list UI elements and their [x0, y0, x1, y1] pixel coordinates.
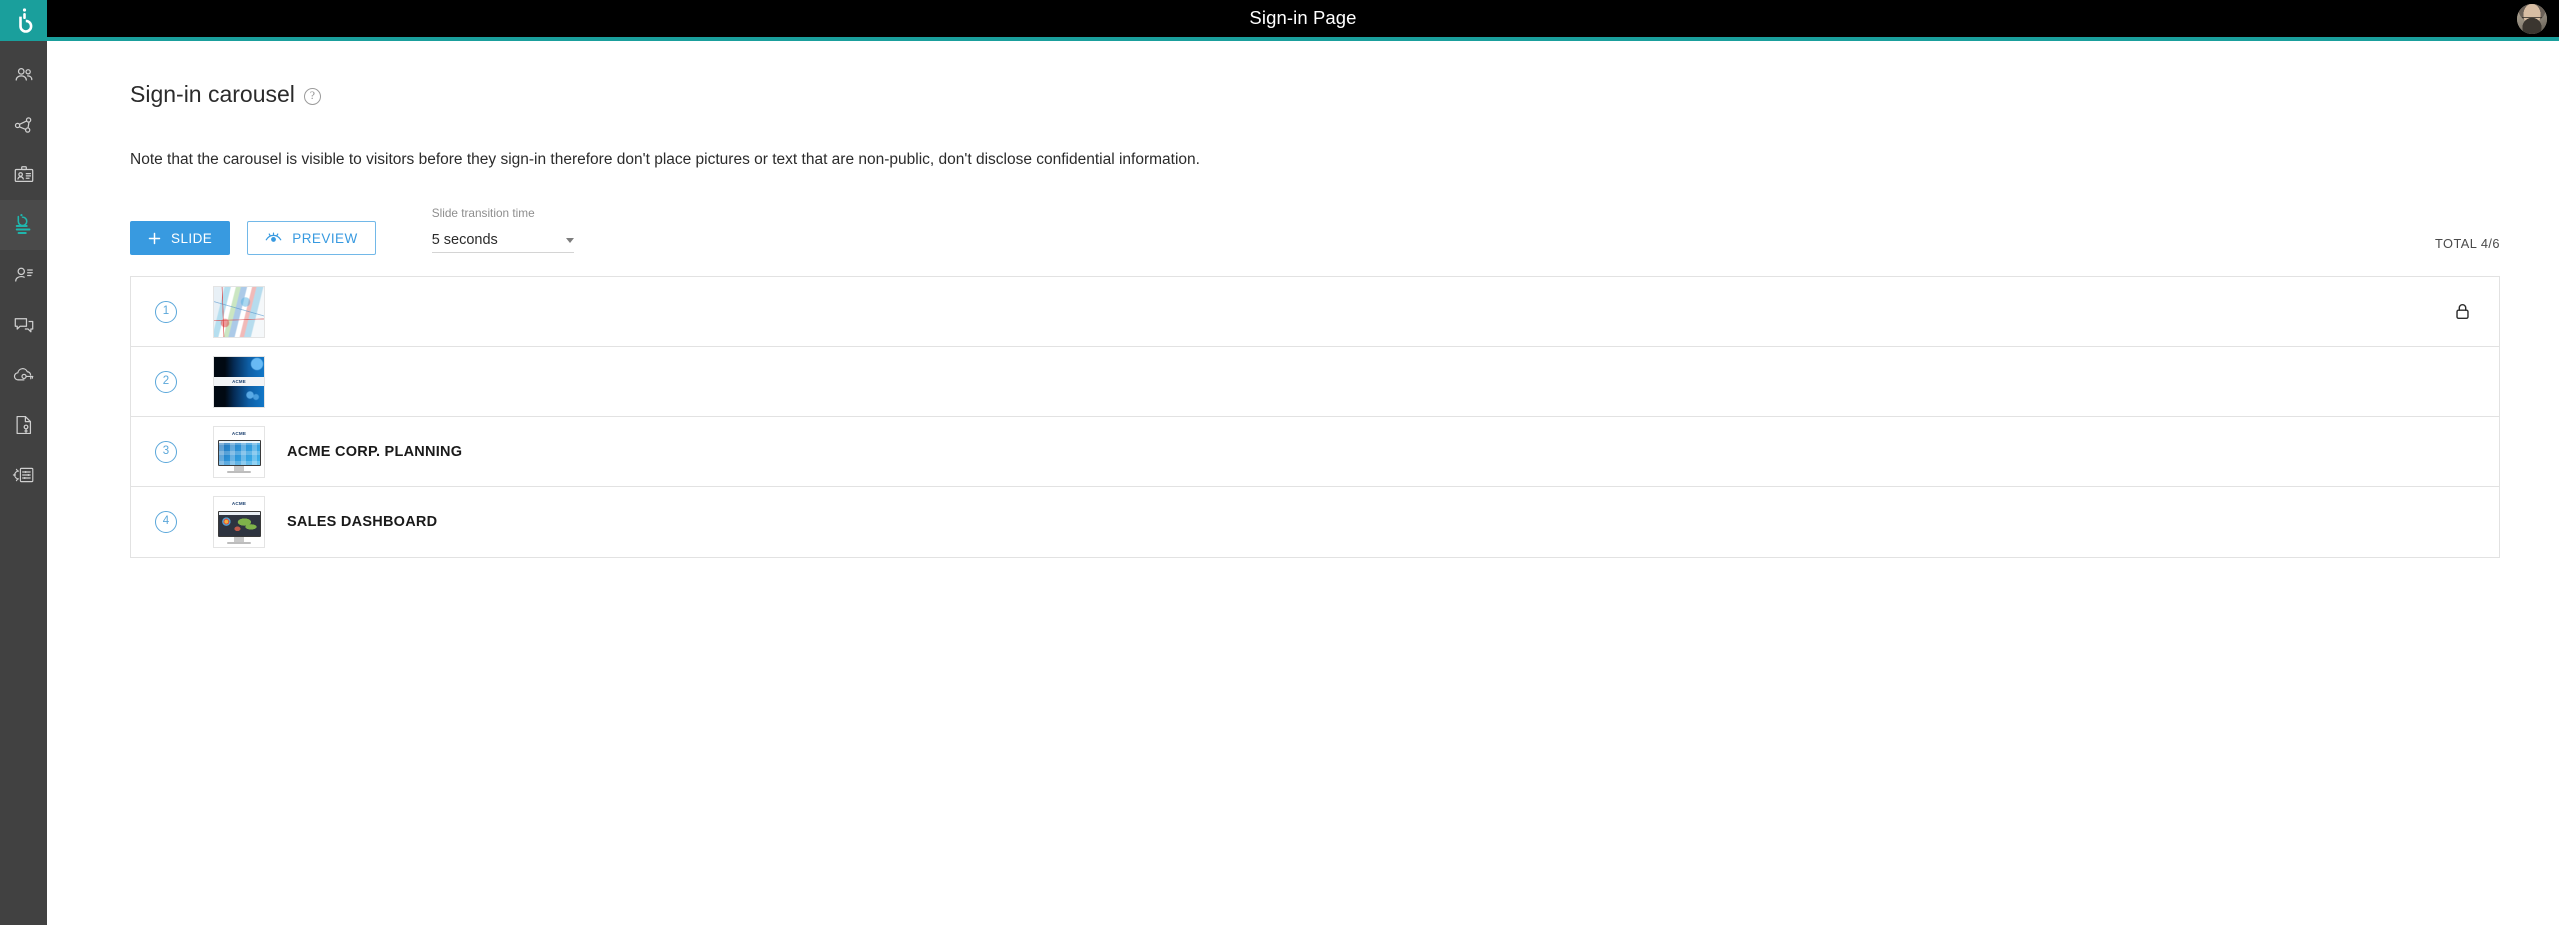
main-sidebar [0, 0, 47, 925]
table-row[interactable]: 1 [131, 277, 2499, 347]
sidebar-item-documents[interactable] [0, 400, 47, 450]
acme-sales-dashboard-thumbnail[interactable]: ACME [213, 496, 265, 548]
slide-thumbnail-image: ACME [214, 357, 264, 407]
slide-thumbnail-image: ACME [214, 427, 264, 477]
slides-list: 1 2 [130, 276, 2500, 558]
thumbnail-logo-band: ACME [214, 497, 264, 510]
page-title: Sign-in Page [1249, 9, 1356, 28]
people-icon [13, 64, 35, 86]
top-bar: Sign-in Page [47, 0, 2559, 41]
help-icon[interactable]: ? [304, 88, 321, 105]
sidebar-item-directory[interactable] [0, 150, 47, 200]
slide-number: 3 [131, 441, 201, 463]
slide-transition-time-control[interactable]: 5 seconds [432, 229, 574, 253]
plus-icon [148, 232, 161, 245]
monitor-base [227, 542, 251, 544]
slide-thumbnail-image [214, 287, 264, 337]
acme-monitor-planning-thumbnail[interactable]: ACME [213, 426, 265, 478]
sidebar-item-settings[interactable] [0, 450, 47, 500]
monitor-base [227, 471, 251, 473]
slide-number-badge: 4 [155, 511, 177, 533]
page-header: Sign-in carousel ? Note that the carouse… [47, 41, 2559, 171]
document-key-icon [13, 414, 35, 436]
total-count-label: TOTAL 4/6 [2435, 236, 2500, 255]
acme-fiber-banner-thumbnail[interactable]: ACME [213, 356, 265, 408]
sidebar-nav-list [0, 41, 47, 500]
acme-logo-text: ACME [232, 431, 246, 436]
table-row[interactable]: 2 ACME [131, 347, 2499, 417]
monitor-screen [218, 440, 261, 466]
eye-icon [265, 232, 282, 245]
chevron-down-icon [566, 238, 574, 243]
branding-icon [13, 213, 35, 237]
app-root: Sign-in Page Sign-in carousel ? Note tha… [0, 0, 2559, 925]
slide-transition-time-select[interactable]: Slide transition time 5 seconds [432, 208, 574, 255]
sidebar-item-people[interactable] [0, 50, 47, 100]
acme-logo-text: ACME [232, 379, 246, 384]
table-row[interactable]: 3 ACME ACME CORP. PLANNING [131, 417, 2499, 487]
chat-icon [13, 314, 35, 336]
settings-sliders-icon [12, 464, 35, 486]
slide-number-badge: 2 [155, 371, 177, 393]
slide-number: 2 [131, 371, 201, 393]
sidebar-item-chat[interactable] [0, 300, 47, 350]
slide-number: 1 [131, 301, 201, 323]
slide-transition-time-label: Slide transition time [432, 208, 574, 220]
app-logo[interactable] [0, 0, 47, 41]
network-share-icon [13, 114, 35, 136]
acme-logo-text: ACME [232, 501, 246, 506]
table-row[interactable]: 4 ACME SALES DASHBOARD [131, 487, 2499, 557]
preview-label: PREVIEW [292, 231, 357, 246]
slide-title: SALES DASHBOARD [287, 514, 437, 530]
user-settings-icon [13, 264, 35, 286]
cloud-key-icon [12, 364, 35, 386]
thumbnail-logo-band: ACME [214, 427, 264, 440]
add-slide-label: SLIDE [171, 231, 212, 246]
sidebar-item-branding[interactable] [0, 200, 47, 250]
page-description: Note that the carousel is visible to vis… [130, 150, 2559, 171]
sidebar-item-cloud-key[interactable] [0, 350, 47, 400]
slide-number-badge: 3 [155, 441, 177, 463]
sidebar-item-user-settings[interactable] [0, 250, 47, 300]
lock-icon[interactable] [2454, 302, 2471, 321]
carousel-toolbar: SLIDE PREVIEW Slide transition time [47, 211, 2559, 255]
add-slide-button[interactable]: SLIDE [130, 221, 230, 255]
monitor-screen [218, 511, 261, 537]
page-title-row: Sign-in carousel ? [130, 67, 2559, 123]
preview-button[interactable]: PREVIEW [247, 221, 375, 255]
id-badge-icon [13, 164, 35, 186]
watercolor-cityscape-thumbnail[interactable] [213, 286, 265, 338]
carousel-heading: Sign-in carousel [130, 82, 295, 107]
thumbnail-logo-band: ACME [214, 377, 264, 386]
slide-number-badge: 1 [155, 301, 177, 323]
page-content: Sign-in carousel ? Note that the carouse… [47, 41, 2559, 925]
slide-number: 4 [131, 511, 201, 533]
main-area: Sign-in Page Sign-in carousel ? Note tha… [47, 0, 2559, 925]
avatar-glasses [2522, 17, 2542, 22]
slide-thumbnail-image: ACME [214, 497, 264, 547]
slide-transition-time-value: 5 seconds [432, 233, 498, 248]
avatar[interactable] [2517, 4, 2547, 34]
slide-title: ACME CORP. PLANNING [287, 444, 462, 460]
monitor-stand [234, 537, 244, 542]
sidebar-item-network[interactable] [0, 100, 47, 150]
